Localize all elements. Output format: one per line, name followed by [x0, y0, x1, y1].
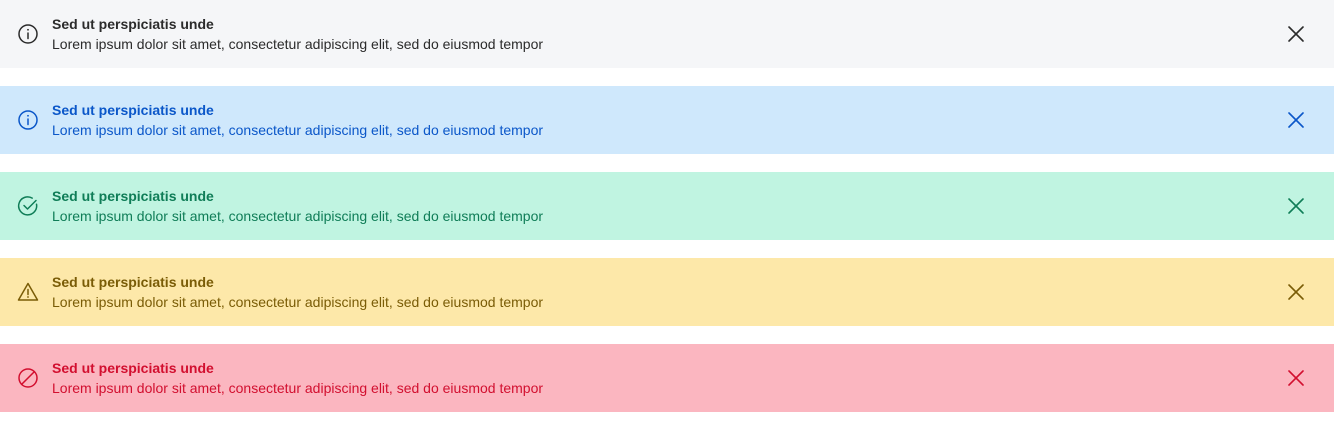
- banner-title: Sed ut perspiciatis unde: [52, 188, 214, 204]
- banner-text: Sed ut perspiciatis unde Lorem ipsum dol…: [52, 273, 543, 312]
- banner-neutral: Sed ut perspiciatis unde Lorem ipsum dol…: [0, 0, 1334, 68]
- banner-title: Sed ut perspiciatis unde: [52, 274, 214, 290]
- close-icon[interactable]: [1286, 368, 1306, 388]
- banner-title: Sed ut perspiciatis unde: [52, 360, 214, 376]
- prohibited-icon: [17, 367, 39, 389]
- info-icon: [17, 23, 39, 45]
- banner-text: Sed ut perspiciatis unde Lorem ipsum dol…: [52, 15, 543, 54]
- banner-title: Sed ut perspiciatis unde: [52, 16, 214, 32]
- banner-success: Sed ut perspiciatis unde Lorem ipsum dol…: [0, 172, 1334, 240]
- banner-message: Lorem ipsum dolor sit amet, consectetur …: [52, 122, 544, 138]
- banner-message: Lorem ipsum dolor sit amet, consectetur …: [52, 208, 544, 224]
- banner-message: Lorem ipsum dolor sit amet, consectetur …: [52, 36, 544, 52]
- info-icon: [17, 109, 39, 131]
- banner-list: Sed ut perspiciatis unde Lorem ipsum dol…: [0, 0, 1334, 430]
- banner-message: Lorem ipsum dolor sit amet, consectetur …: [52, 294, 544, 310]
- banner-text: Sed ut perspiciatis unde Lorem ipsum dol…: [52, 359, 543, 398]
- banner-text: Sed ut perspiciatis unde Lorem ipsum dol…: [52, 187, 543, 226]
- close-icon[interactable]: [1286, 110, 1306, 130]
- close-icon[interactable]: [1286, 196, 1306, 216]
- banner-warning: Sed ut perspiciatis unde Lorem ipsum dol…: [0, 258, 1334, 326]
- close-icon[interactable]: [1286, 24, 1306, 44]
- banner-error: Sed ut perspiciatis unde Lorem ipsum dol…: [0, 344, 1334, 412]
- banner-text: Sed ut perspiciatis unde Lorem ipsum dol…: [52, 101, 543, 140]
- banner-info: Sed ut perspiciatis unde Lorem ipsum dol…: [0, 86, 1334, 154]
- check-circle-icon: [17, 195, 39, 217]
- warning-triangle-icon: [17, 281, 39, 303]
- close-icon[interactable]: [1286, 282, 1306, 302]
- banner-title: Sed ut perspiciatis unde: [52, 102, 214, 118]
- banner-message: Lorem ipsum dolor sit amet, consectetur …: [52, 380, 544, 396]
